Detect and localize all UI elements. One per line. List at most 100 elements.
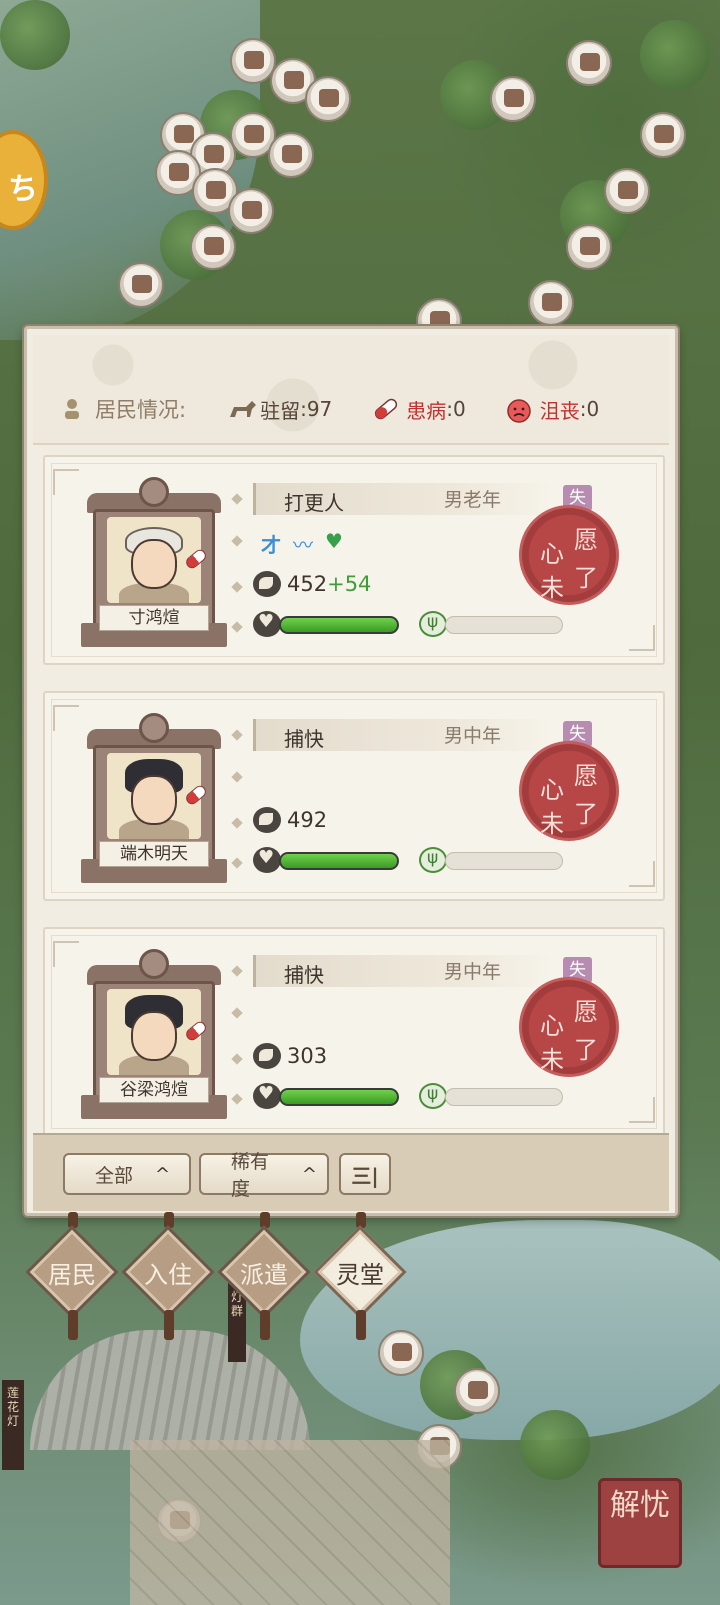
seal-char: 愿 [574,998,598,1026]
tree-stump-marker[interactable] [528,280,574,326]
portrait-frame[interactable]: 寸鸿煊 [81,477,227,647]
tree [520,1410,590,1480]
tree [0,0,70,70]
jieyou-button[interactable]: 解忧 [598,1478,682,1568]
tassel [164,1310,174,1340]
panel-header [33,335,669,445]
talent-icon[interactable]: 才 [261,529,281,558]
growth-bar [445,616,563,634]
gender-age: 男中年 [444,725,502,747]
seal-char: 了 [574,1036,598,1064]
resident-name: 寸鸿煊 [99,605,209,631]
tree-stump-marker[interactable] [230,38,276,84]
bullet-diamond [231,1053,243,1065]
bullet-diamond [231,729,243,741]
sort-order-button[interactable]: 三| [339,1153,391,1195]
health-bar [279,616,399,634]
power-stat: 492 [253,807,327,833]
tree-stump-marker[interactable] [566,40,612,86]
corner-ornament [53,941,79,967]
frame-knot [139,477,169,507]
corner-ornament [629,625,655,651]
bullet-diamond [231,535,243,547]
resident-stats: 居民情况: 驻留 :97 患病 :0 沮丧 :0 [61,391,651,427]
bullet-diamond [231,965,243,977]
bullet-diamond [231,621,243,633]
wish-unfulfilled-seal[interactable]: 愿 了 心 未 [519,505,619,605]
residents-stat: 居民情况: [61,394,186,424]
sort-order-icon: 三| [351,1163,379,1188]
lamp-sign: 莲花灯 [2,1380,24,1470]
tree-stump-marker[interactable] [490,76,536,122]
filter-all-label: 全部 [95,1164,134,1187]
tab-residents[interactable]: 居民 [25,1212,119,1340]
sort-rarity-button[interactable]: 稀有度 ^ [199,1151,329,1200]
tree-stump-marker[interactable] [378,1330,424,1376]
corner-ornament [53,705,79,731]
seal-char: 愿 [574,526,598,554]
tree-stump-marker[interactable] [118,262,164,308]
job-title: 捕快 [284,727,324,751]
tree-stump-marker[interactable] [640,112,686,158]
job-title: 打更人 [284,491,344,515]
bullet-diamond [231,817,243,829]
portrait-frame[interactable]: 谷梁鸿煊 [81,949,227,1119]
tab-label: 居民 [48,1260,96,1289]
talent-icon[interactable]: ♥ [325,529,343,558]
sick-stat: 患病 :0 [372,395,466,424]
resident-card[interactable]: 端木明天 捕快 男中年 失眠 492 [43,691,665,901]
sprout-icon [419,1083,447,1109]
tab-memorial-hall[interactable]: 灵堂 [313,1212,407,1340]
bullet-diamond [231,1007,243,1019]
tree-stump-marker[interactable] [305,76,351,122]
tab-move-in[interactable]: 入住 [121,1212,215,1340]
horse-icon [226,397,257,421]
tassel [68,1310,78,1340]
power-icon [253,571,281,597]
resident-list[interactable]: 寸鸿煊 打更人 男老年 失眠 才 〰 ♥ 452 [43,455,665,1133]
coin-glyph: ち [8,172,38,207]
heart-icon [253,847,281,873]
frame-knot [139,713,169,743]
tab-dispatch[interactable]: 派遣 [217,1212,311,1340]
wish-unfulfilled-seal[interactable]: 愿 了 心 未 [519,977,619,1077]
sick-value: :0 [446,397,466,421]
bullet-diamond [231,493,243,505]
seal-char: 了 [574,564,598,592]
tree-stump-marker[interactable] [228,188,274,234]
portrait-frame[interactable]: 端木明天 [81,713,227,883]
sprout-icon [419,611,447,637]
tree-stump-marker[interactable] [190,224,236,270]
health-fill [281,854,397,868]
heart-icon [253,1083,281,1109]
chevron-up-icon: ^ [155,1163,171,1185]
talent-icon[interactable]: 〰 [293,529,313,558]
job-bar: 捕快 男中年 [253,955,553,987]
tree-stump-marker[interactable] [454,1368,500,1414]
seal-char: 愿 [574,762,598,790]
health-fill [281,1090,397,1104]
resident-card[interactable]: 寸鸿煊 打更人 男老年 失眠 才 〰 ♥ 452 [43,455,665,665]
tree-stump-marker[interactable] [604,168,650,214]
tree [640,20,710,90]
portrait-face [131,1011,177,1061]
stationed-stat: 驻留 :97 [226,395,332,424]
seal-char: 心 [540,540,564,568]
seal-char: 心 [540,776,564,804]
job-bar: 打更人 男老年 [253,483,553,515]
job-title: 捕快 [284,963,324,987]
resident-icon [61,397,89,421]
wish-unfulfilled-seal[interactable]: 愿 了 心 未 [519,741,619,841]
gender-age: 男老年 [444,489,502,511]
frustrated-value: :0 [579,397,600,421]
resident-card[interactable]: 谷梁鸿煊 捕快 男中年 失眠 303 [43,927,665,1133]
sort-rarity-label: 稀有度 [231,1151,270,1200]
corner-ornament [53,469,79,495]
tree-stump-marker[interactable] [566,224,612,270]
power-stat: 303 [253,1043,327,1069]
tree-stump-marker[interactable] [268,132,314,178]
panel-footer: 全部 ^ 稀有度 ^ 三| [33,1133,669,1211]
filter-all-button[interactable]: 全部 ^ [63,1153,191,1195]
tab-label: 灵堂 [336,1260,384,1289]
sick-label: 患病 [406,398,447,423]
